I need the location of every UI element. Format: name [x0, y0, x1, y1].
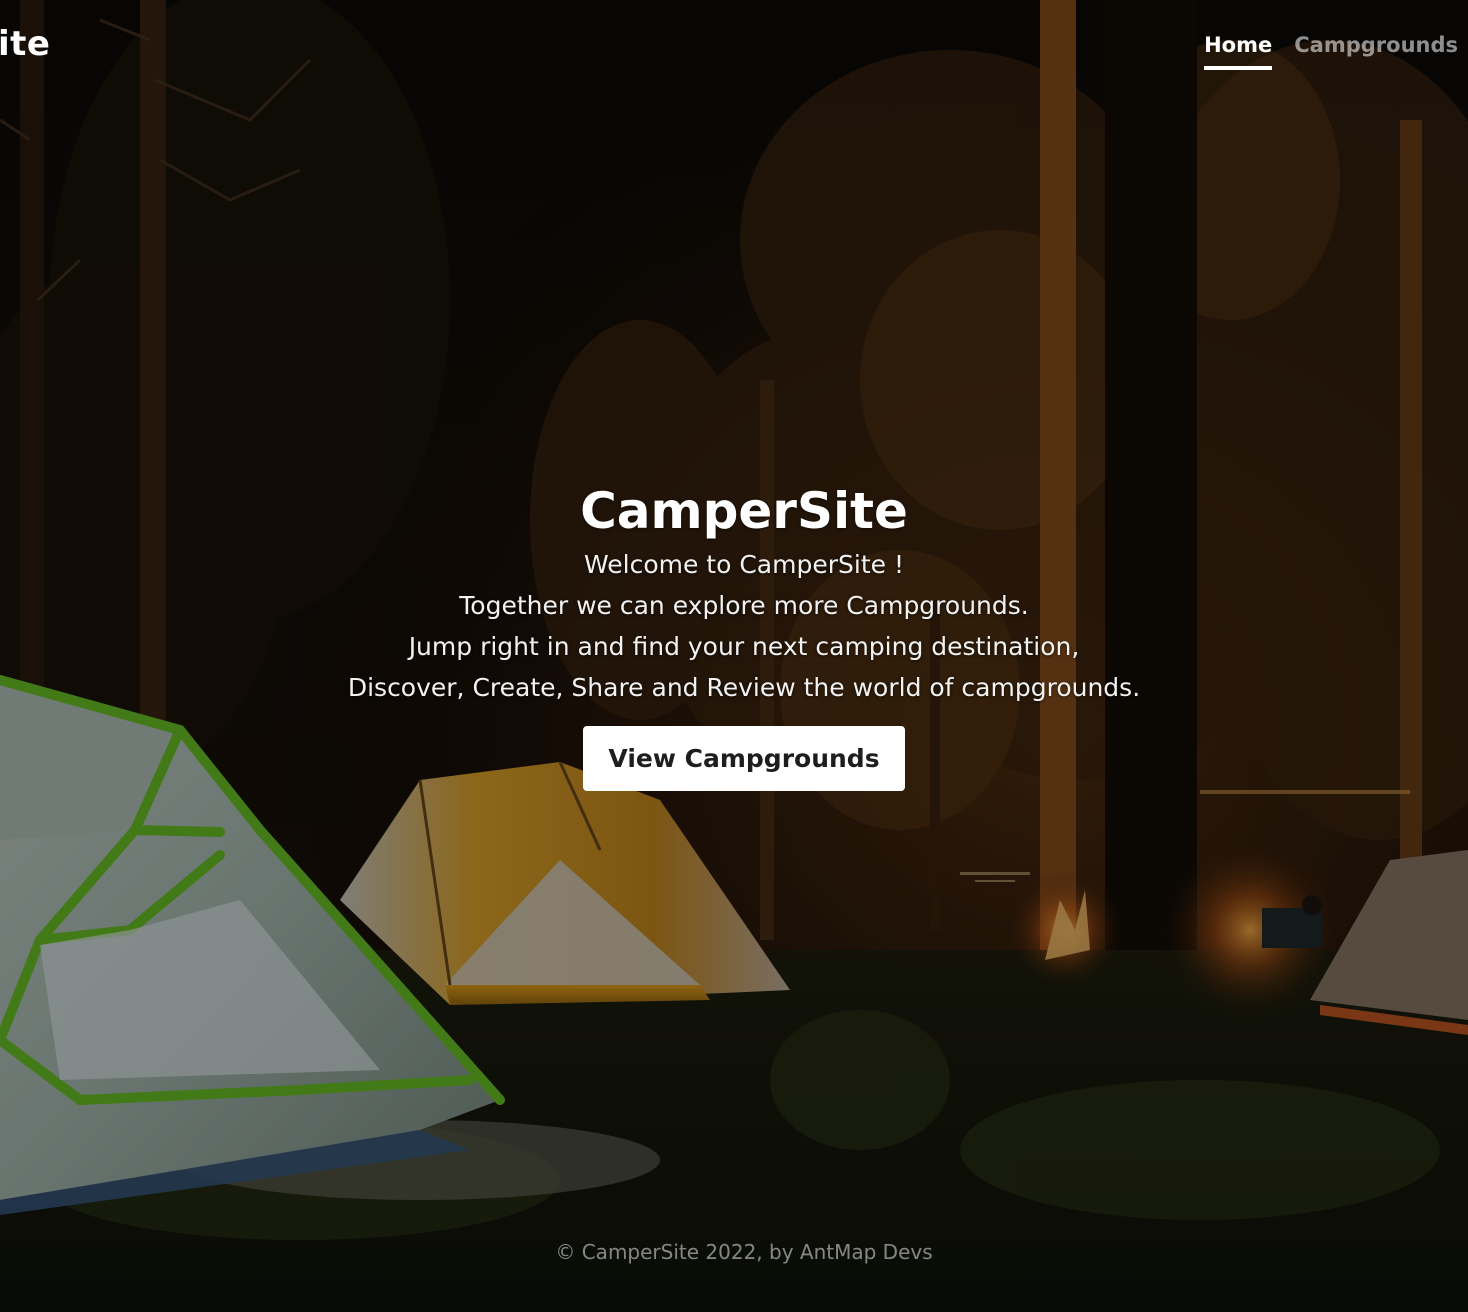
nav-link-campgrounds[interactable]: Campgrounds: [1294, 30, 1458, 70]
brand-logo-text[interactable]: ite: [0, 24, 50, 64]
view-campgrounds-button[interactable]: View Campgrounds: [583, 726, 905, 791]
footer-copyright: © CamperSite 2022, by AntMap Devs: [555, 1240, 933, 1264]
hero-title: CamperSite: [580, 482, 908, 540]
nav-links: Home Campgrounds: [1204, 30, 1458, 70]
navbar: ite Home Campgrounds: [0, 0, 1468, 90]
hero-discover-line: Discover, Create, Share and Review the w…: [347, 673, 1141, 702]
hero-tagline-line: Together we can explore more Campgrounds…: [459, 591, 1029, 620]
hero-section: CamperSite Welcome to CamperSite ! Toget…: [284, 478, 1204, 791]
nav-link-home[interactable]: Home: [1204, 30, 1273, 70]
hero-invite-line: Jump right in and find your next camping…: [408, 632, 1080, 661]
hero-welcome-line: Welcome to CamperSite !: [584, 550, 904, 579]
